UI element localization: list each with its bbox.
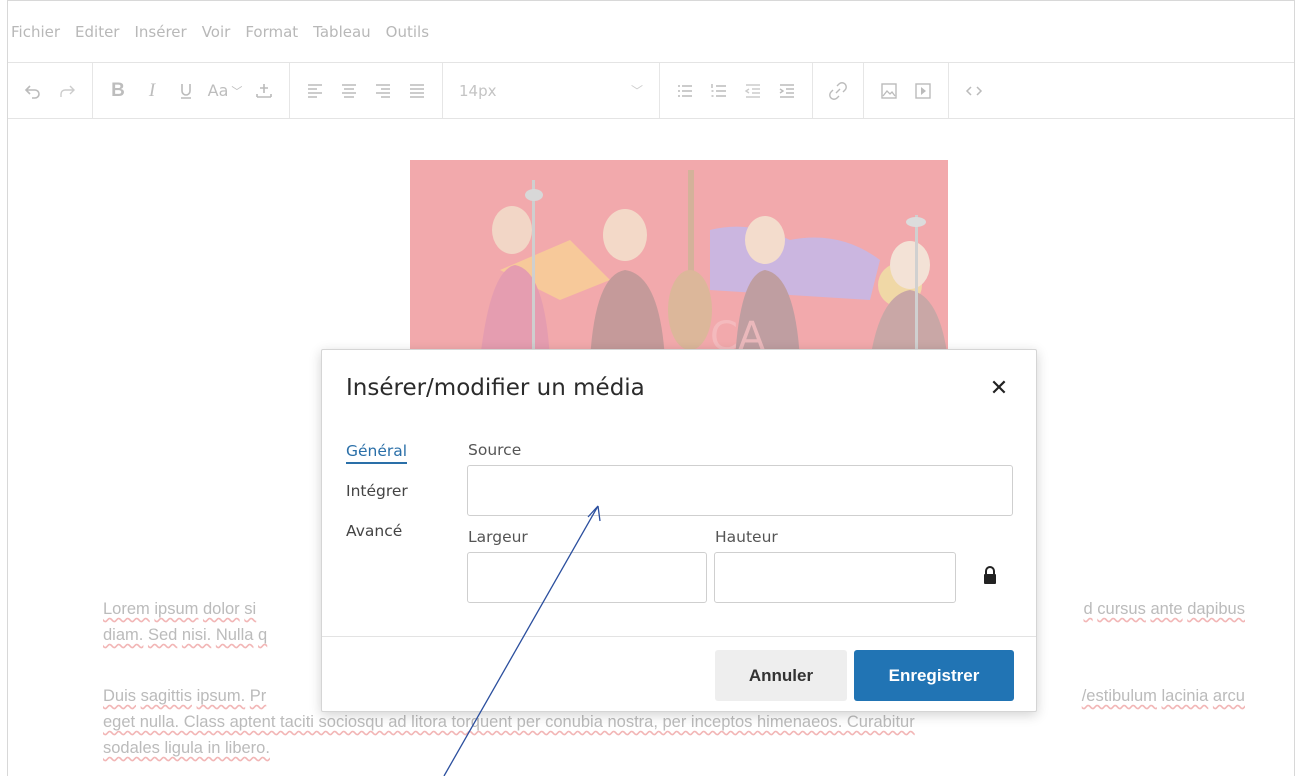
- format-group: B I Aa ﹀: [93, 63, 290, 118]
- media-group: [864, 63, 949, 118]
- height-label: Hauteur: [715, 528, 778, 546]
- menu-tools[interactable]: Outils: [386, 23, 429, 41]
- link-group: [813, 63, 864, 118]
- para2-line1-left-wrap: Duis sagittis ipsum. Pr: [103, 683, 266, 709]
- bullet-list-icon[interactable]: [668, 74, 702, 108]
- tab-advanced[interactable]: Avancé: [346, 520, 408, 560]
- redo-icon[interactable]: [50, 74, 84, 108]
- word: ante: [1150, 600, 1183, 618]
- word: lacinia: [1161, 687, 1209, 705]
- word: q: [258, 626, 268, 644]
- word: Duis: [103, 687, 137, 705]
- media-icon[interactable]: [906, 74, 940, 108]
- para1-line1-right-wrap: d cursus ante dapibus: [1083, 596, 1245, 622]
- width-input[interactable]: [467, 552, 707, 603]
- word: si: [244, 600, 257, 618]
- menu-insert[interactable]: Insérer: [134, 23, 186, 41]
- insert-media-dialog: Insérer/modifier un média ✕ Général Inté…: [321, 349, 1037, 712]
- font-case-icon[interactable]: Aa ﹀: [203, 74, 247, 108]
- code-group: [949, 63, 999, 118]
- menubar: Fichier Editer Insérer Voir Format Table…: [8, 1, 1294, 63]
- height-input[interactable]: [714, 552, 956, 603]
- menu-format[interactable]: Format: [245, 23, 298, 41]
- numbered-list-icon[interactable]: [702, 74, 736, 108]
- list-group: [660, 63, 813, 118]
- menu-file[interactable]: Fichier: [11, 23, 60, 41]
- word: Sed: [147, 626, 178, 644]
- word: dapibus: [1187, 600, 1245, 618]
- save-button[interactable]: Enregistrer: [854, 650, 1014, 701]
- align-right-icon[interactable]: [366, 74, 400, 108]
- word: Pr: [249, 687, 267, 705]
- menu-table[interactable]: Tableau: [313, 23, 371, 41]
- dialog-title: Insérer/modifier un média: [346, 375, 645, 401]
- word: sagittis: [140, 687, 192, 705]
- link-icon[interactable]: [821, 74, 855, 108]
- word: nisi.: [181, 626, 212, 644]
- font-size-group: 14px ﹀: [443, 63, 660, 118]
- word: ipsum.: [196, 687, 246, 705]
- image-icon[interactable]: [872, 74, 906, 108]
- menu-edit[interactable]: Editer: [75, 23, 119, 41]
- align-group: [290, 63, 443, 118]
- word: ipsum: [154, 600, 199, 618]
- source-label: Source: [468, 441, 522, 459]
- word: d: [1083, 600, 1093, 618]
- undo-icon[interactable]: [16, 74, 50, 108]
- code-icon[interactable]: [957, 74, 991, 108]
- align-center-icon[interactable]: [332, 74, 366, 108]
- tab-embed[interactable]: Intégrer: [346, 480, 408, 520]
- band-photo: CA: [410, 160, 948, 360]
- tab-embed-label: Intégrer: [346, 482, 408, 500]
- para2-line1-right-wrap: /estibulum lacinia arcu: [1082, 683, 1245, 709]
- dialog-footer: Annuler Enregistrer: [322, 636, 1036, 711]
- italic-icon[interactable]: I: [135, 74, 169, 108]
- chevron-down-icon: ﹀: [630, 84, 643, 98]
- tab-general[interactable]: Général: [346, 440, 408, 480]
- tab-general-label: Général: [346, 442, 408, 464]
- dialog-tabs: Général Intégrer Avancé: [346, 440, 408, 560]
- outdent-icon[interactable]: [736, 74, 770, 108]
- word: cursus: [1097, 600, 1146, 618]
- underline-icon[interactable]: [169, 74, 203, 108]
- word: /estibulum: [1081, 687, 1157, 705]
- para1-line1-left-wrap: Lorem ipsum dolor si: [103, 596, 256, 622]
- width-label: Largeur: [468, 528, 528, 546]
- font-size-select[interactable]: 14px ﹀: [451, 74, 651, 108]
- para2-line2: eget nulla. Class aptent taciti sociosqu…: [103, 713, 915, 731]
- close-icon[interactable]: ✕: [986, 375, 1012, 401]
- bold-icon[interactable]: B: [101, 74, 135, 108]
- align-left-icon[interactable]: [298, 74, 332, 108]
- insert-icon[interactable]: [247, 74, 281, 108]
- toolbar: B I Aa ﹀ 14px ﹀: [8, 63, 1294, 119]
- para2-line3: sodales ligula in libero.: [103, 739, 270, 757]
- word: Nulla: [215, 626, 254, 644]
- menu-view[interactable]: Voir: [202, 23, 231, 41]
- word: Lorem: [103, 600, 150, 618]
- font-size-value: 14px: [459, 81, 497, 100]
- word: diam.: [103, 626, 144, 644]
- lock-icon[interactable]: [982, 565, 998, 585]
- word: dolor: [202, 600, 240, 618]
- align-justify-icon[interactable]: [400, 74, 434, 108]
- source-input[interactable]: [467, 465, 1013, 516]
- word: arcu: [1212, 687, 1245, 705]
- tab-advanced-label: Avancé: [346, 522, 403, 540]
- history-group: [8, 63, 93, 118]
- indent-icon[interactable]: [770, 74, 804, 108]
- cancel-button[interactable]: Annuler: [715, 650, 847, 701]
